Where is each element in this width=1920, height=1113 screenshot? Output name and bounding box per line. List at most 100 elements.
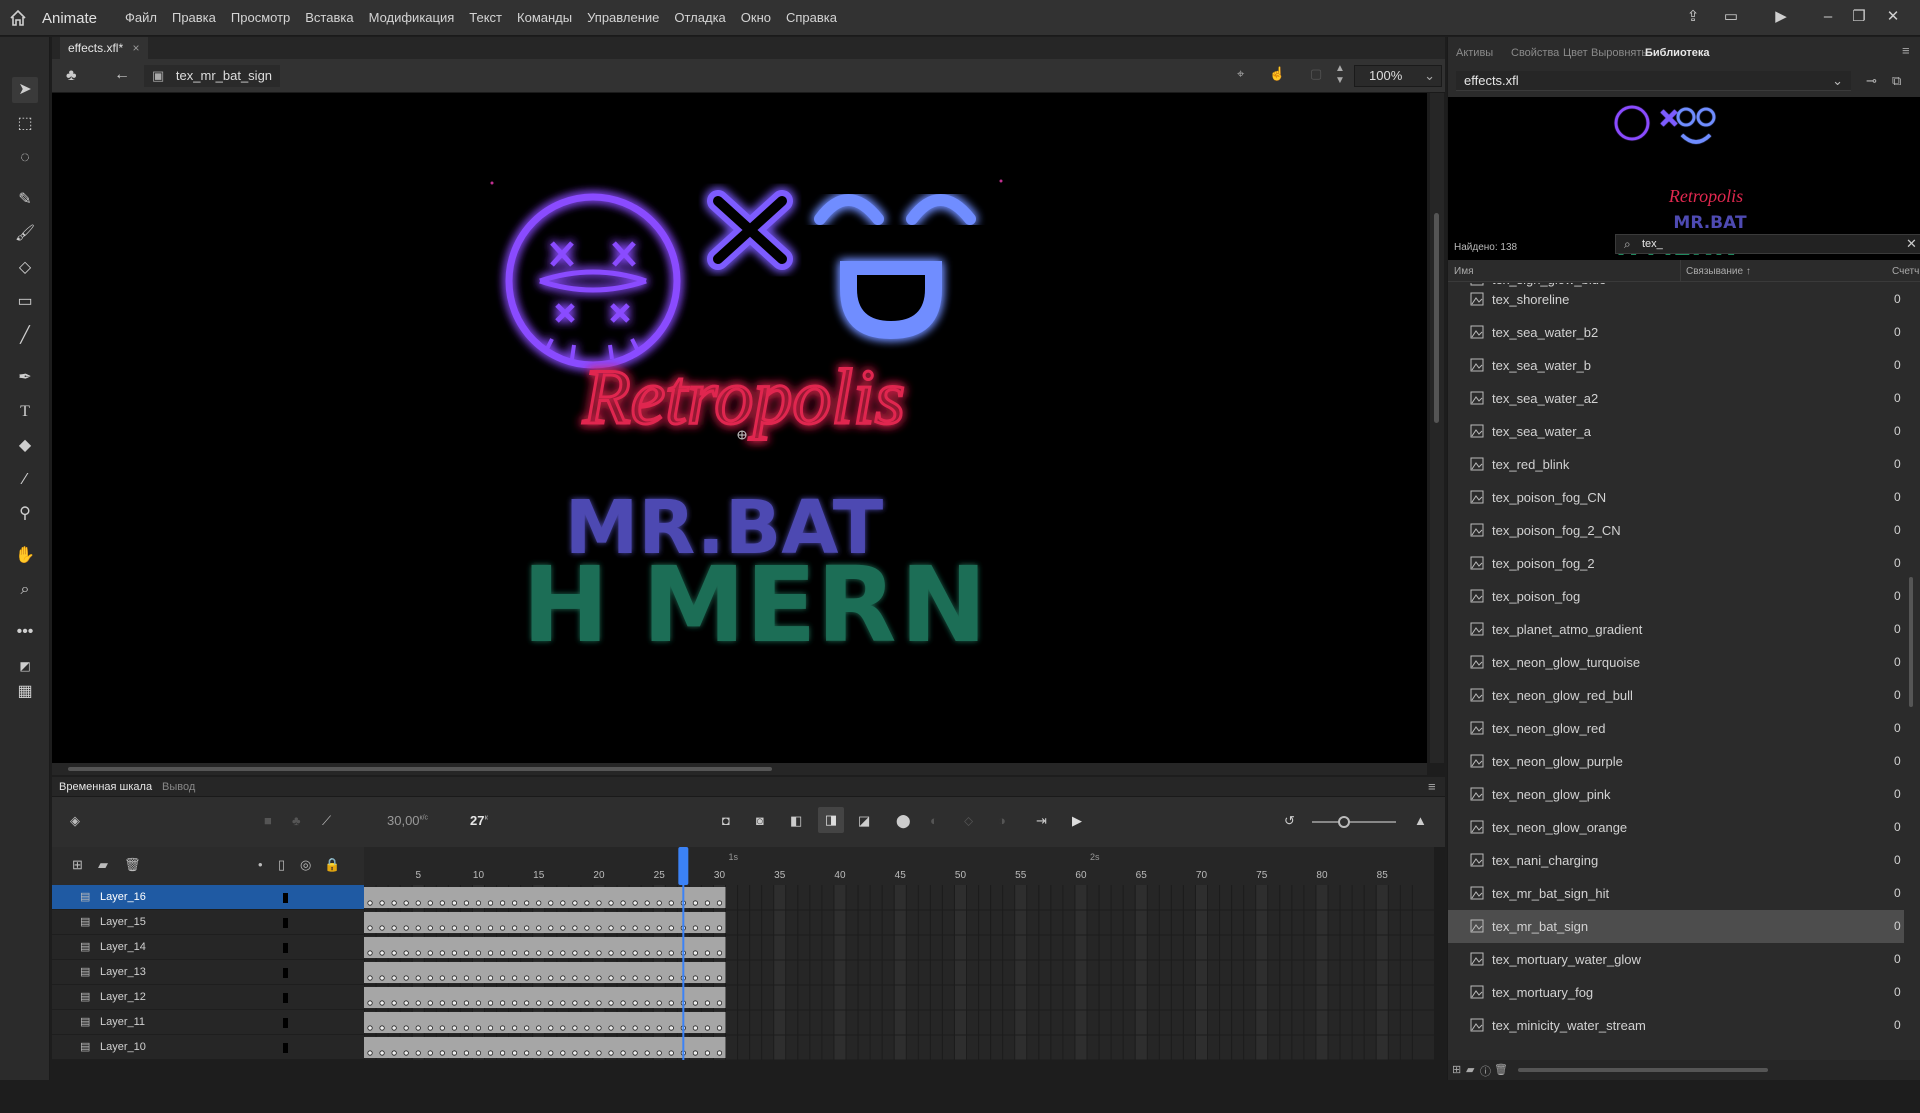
keyframe-dot[interactable]	[367, 900, 373, 906]
library-item[interactable]: tex_neon_glow_red_bull 0	[1448, 679, 1904, 712]
keyframe-dot[interactable]	[644, 1025, 650, 1031]
keyframe-dot[interactable]	[668, 950, 674, 956]
keyframe-dot[interactable]	[475, 900, 482, 906]
keyframe-dot[interactable]	[704, 925, 711, 931]
keyframe-dot[interactable]	[620, 900, 626, 906]
share-icon[interactable]: ⇪	[1680, 4, 1706, 30]
keyframe-dot[interactable]	[451, 925, 457, 931]
mountain-icon[interactable]: ▲	[1414, 813, 1427, 828]
keyframe-dot[interactable]	[644, 900, 650, 906]
keyframe-dot[interactable]	[499, 925, 506, 931]
library-hscroll[interactable]	[1518, 1068, 1768, 1072]
keyframe-dot[interactable]	[512, 950, 518, 956]
keyframe-dot[interactable]	[704, 1000, 711, 1006]
keyframe-dot[interactable]	[475, 925, 482, 931]
keyframe-dot[interactable]	[403, 975, 409, 981]
layer-color-swatch[interactable]	[283, 943, 288, 953]
keyframe-dot[interactable]	[524, 1050, 530, 1056]
lasso-tool-icon[interactable]: ◌	[12, 145, 38, 171]
frame-grid[interactable]	[363, 885, 1434, 1061]
insert-blank-keyframe-icon[interactable]: ◙	[756, 813, 764, 828]
keyframe-dot[interactable]	[584, 1000, 590, 1006]
library-item[interactable]: tex_nani_charging 0	[1448, 844, 1904, 877]
keyframe-dot[interactable]	[572, 1050, 578, 1056]
keyframe-dot[interactable]	[716, 1000, 723, 1006]
keyframe-dot[interactable]	[584, 975, 590, 981]
keyframe-dot[interactable]	[548, 900, 554, 906]
loop-playback-icon[interactable]: ⇥	[1036, 813, 1047, 829]
keyframe-dot[interactable]	[668, 1025, 674, 1031]
new-symbol-icon[interactable]: ⊞	[1452, 1063, 1461, 1076]
keyframe-dot[interactable]	[716, 950, 723, 956]
keyframe-dot[interactable]	[596, 900, 602, 906]
keyframe-dot[interactable]	[572, 1000, 578, 1006]
keyframe-dot[interactable]	[668, 925, 674, 931]
keyframe-dot[interactable]	[427, 1025, 433, 1031]
library-item[interactable]: tex_sea_water_a2 0	[1448, 382, 1904, 415]
keyframe-dot[interactable]	[560, 950, 566, 956]
keyframe-dot[interactable]	[656, 1025, 662, 1031]
keyframe-dot[interactable]	[367, 975, 373, 981]
keyframe-dot[interactable]	[427, 900, 433, 906]
properties-icon[interactable]: ⓘ	[1480, 1063, 1491, 1079]
keyframe-dot[interactable]	[451, 1000, 457, 1006]
menu-item[interactable]: Окно	[741, 10, 771, 25]
close-tab-icon[interactable]: ×	[132, 41, 139, 55]
keyframe-dot[interactable]	[524, 1025, 530, 1031]
library-item[interactable]: tex_sea_water_a 0	[1448, 415, 1904, 448]
keyframe-dot[interactable]	[692, 900, 698, 906]
library-item[interactable]: tex_neon_glow_orange 0	[1448, 811, 1904, 844]
keyframe-dot[interactable]	[656, 975, 662, 981]
keyframe-dot[interactable]	[439, 1000, 445, 1006]
keyframe-dot[interactable]	[596, 1025, 602, 1031]
new-folder-icon[interactable]: ▰	[98, 857, 108, 873]
library-item[interactable]: tex_planet_atmo_gradient 0	[1448, 613, 1904, 646]
keyframe-dot[interactable]	[379, 900, 385, 906]
keyframe-dot[interactable]	[656, 900, 662, 906]
free-transform-tool-icon[interactable]: ⬚	[12, 111, 38, 137]
snap-icon[interactable]: ⌖	[1237, 66, 1244, 82]
keyframe-dot[interactable]	[620, 1025, 626, 1031]
classic-tween-icon[interactable]: ◐	[930, 813, 938, 828]
keyframe-dot[interactable]	[596, 925, 602, 931]
layer-color-swatch[interactable]	[283, 1018, 288, 1028]
keyframe-dot[interactable]	[427, 950, 433, 956]
keyframe-dot[interactable]	[512, 925, 518, 931]
layer-row[interactable]: ▤ Layer_15	[52, 910, 364, 935]
frame-ruler[interactable]: 5 10 15 20 25 30 35 40 45 50 55 60 65 70 75 80 85 1s 2s	[364, 847, 1434, 885]
grid-icon[interactable]: ▦	[12, 679, 38, 705]
zoom-stepper-icon[interactable]: ▲ ▼	[1335, 63, 1345, 87]
keyframe-dot[interactable]	[379, 975, 385, 981]
keyframe-dot[interactable]	[560, 1000, 566, 1006]
keyframe-dot[interactable]	[499, 1025, 506, 1031]
keyframe-dot[interactable]	[487, 1050, 494, 1056]
library-item[interactable]: tex_red_blink 0	[1448, 448, 1904, 481]
keyframe-dot[interactable]	[403, 925, 409, 931]
keyframe-dot[interactable]	[536, 975, 542, 981]
pin-tool-icon[interactable]: ⚲	[12, 501, 38, 527]
menu-item[interactable]: Управление	[587, 10, 659, 25]
keyframe-dot[interactable]	[656, 1050, 662, 1056]
keyframe-dot[interactable]	[584, 1025, 590, 1031]
keyframe-dot[interactable]	[391, 925, 397, 931]
visibility-icon[interactable]: ◎	[300, 857, 311, 873]
keyframe-dot[interactable]	[379, 925, 385, 931]
current-frame[interactable]: 27к	[470, 813, 488, 828]
keyframe-dot[interactable]	[632, 1000, 638, 1006]
keyframe-dot[interactable]	[475, 1000, 482, 1006]
layer-row[interactable]: ▤ Layer_12	[52, 985, 364, 1010]
playhead-handle[interactable]	[678, 847, 689, 885]
keyframe-dot[interactable]	[427, 1000, 433, 1006]
keyframe-dot[interactable]	[403, 1000, 409, 1006]
rectangle-tool-icon[interactable]: ▭	[12, 289, 38, 315]
keyframe-dot[interactable]	[512, 975, 518, 981]
keyframe-dot[interactable]	[451, 1025, 457, 1031]
keyframe-dot[interactable]	[487, 975, 494, 981]
tab-output[interactable]: Вывод	[162, 781, 195, 793]
keyframe-dot[interactable]	[487, 1000, 494, 1006]
scene-icon[interactable]: ♣	[66, 67, 77, 85]
library-item[interactable]: tex_mortuary_water_glow 0	[1448, 943, 1904, 976]
layers-icon[interactable]: ◈	[70, 813, 80, 829]
document-tab[interactable]: effects.xfl* ×	[60, 37, 148, 59]
keyframe-dot[interactable]	[608, 900, 614, 906]
